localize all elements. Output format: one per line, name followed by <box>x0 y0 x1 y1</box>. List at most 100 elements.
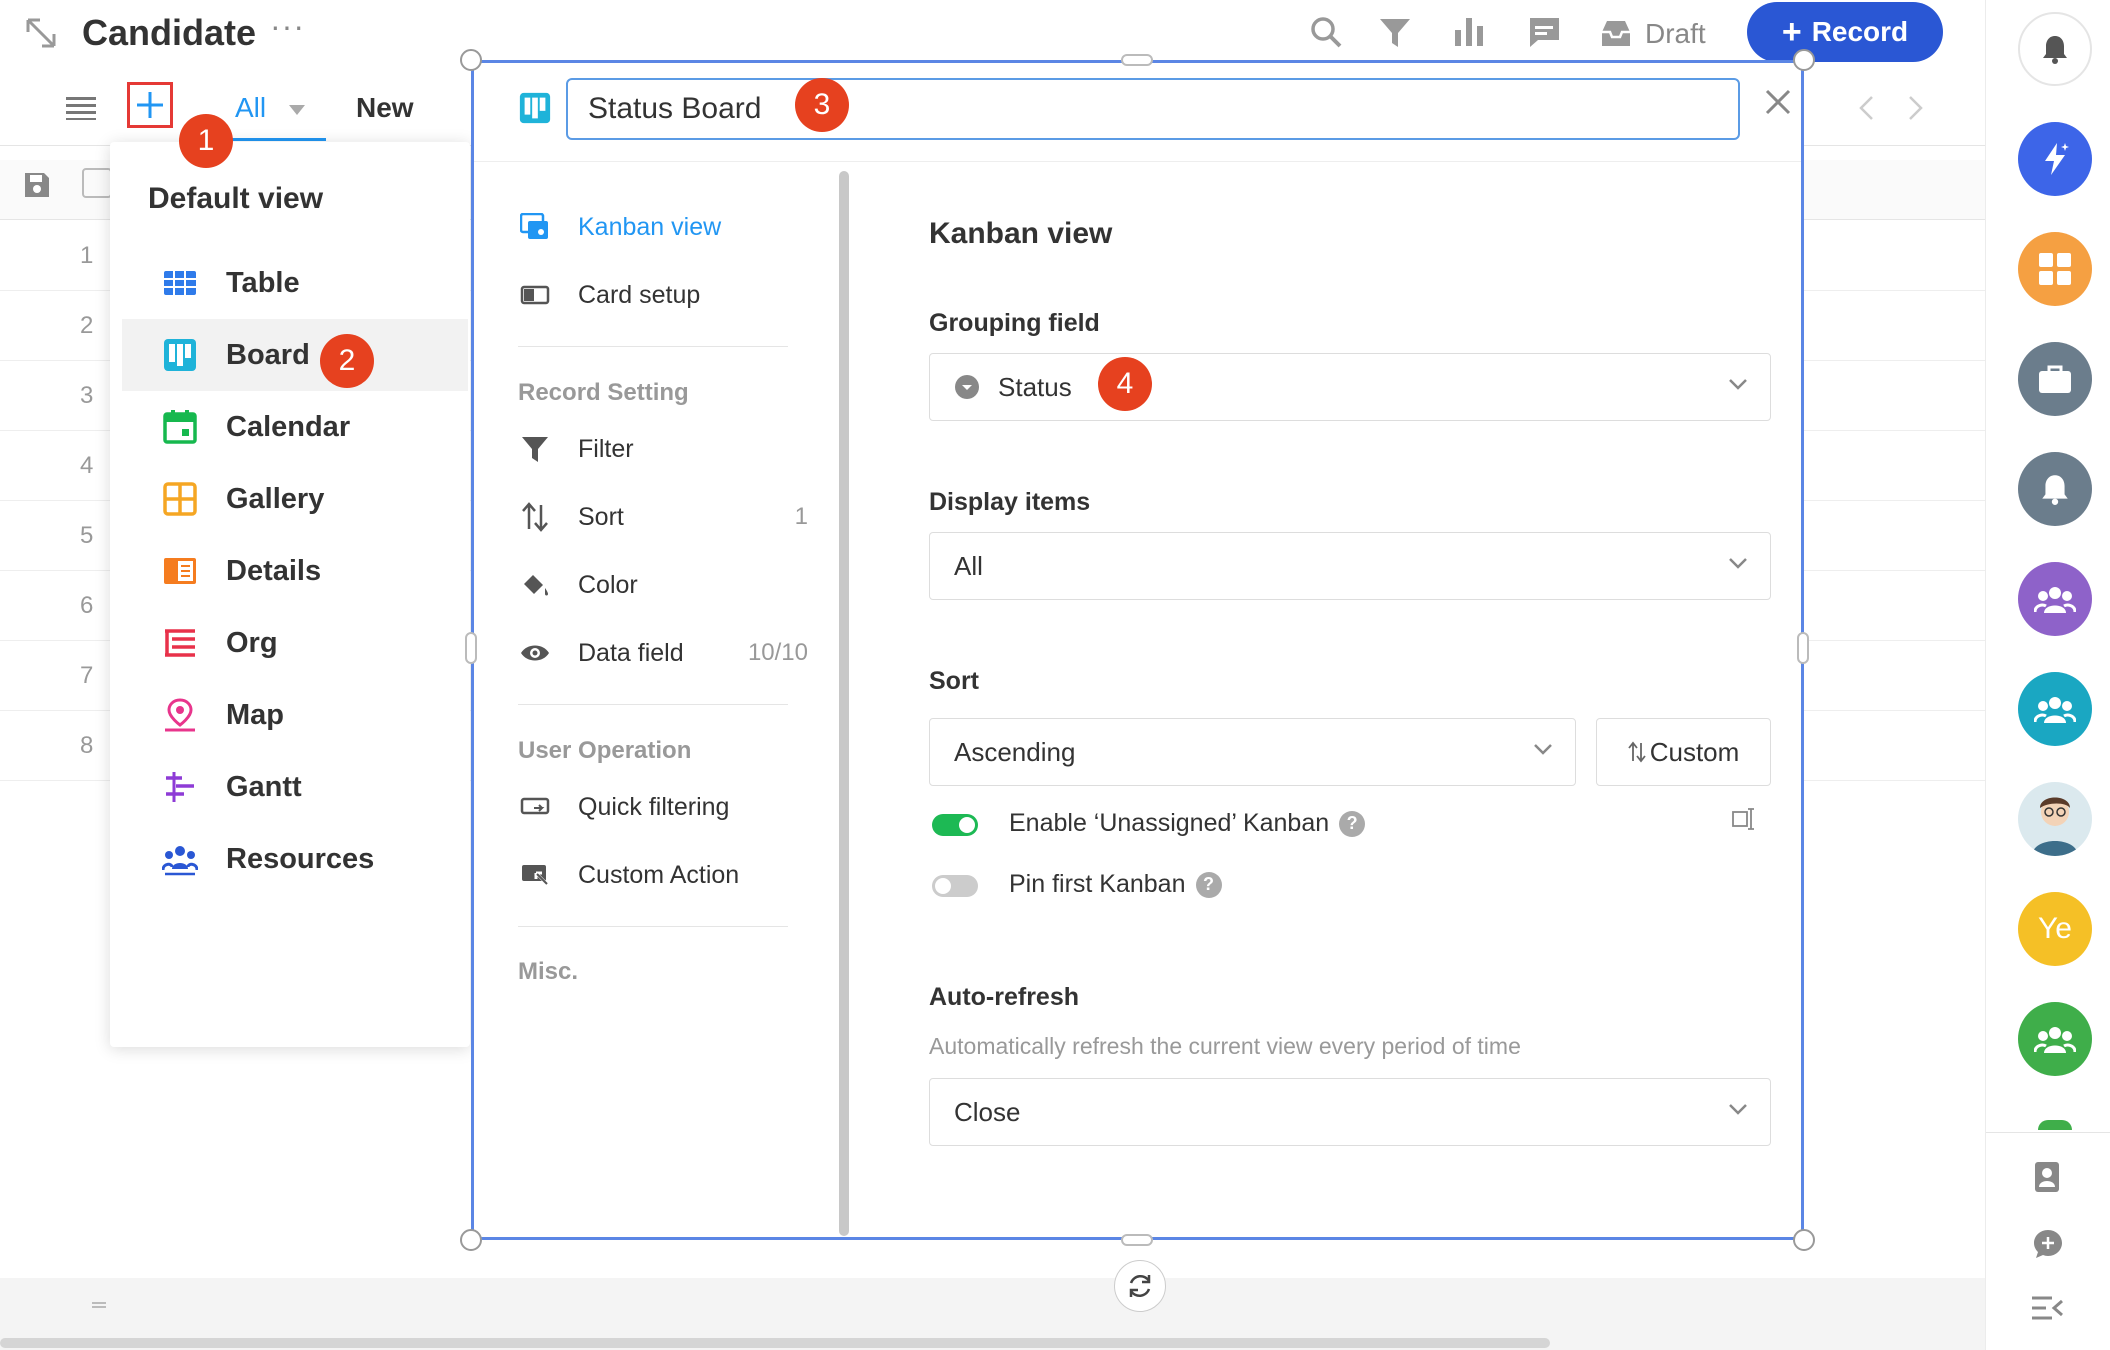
resources-icon <box>162 841 198 877</box>
help-icon[interactable]: ? <box>1339 810 1366 837</box>
grouping-field-select[interactable]: Status <box>929 353 1771 421</box>
briefcase-button[interactable] <box>2018 342 2092 416</box>
menu-item-details[interactable]: Details <box>122 535 468 607</box>
chevron-down-icon <box>1728 557 1748 569</box>
group-icon <box>2034 693 2076 725</box>
nav-custom-action[interactable]: Custom Action <box>518 850 808 900</box>
nav-filter[interactable]: Filter <box>518 424 808 474</box>
sort-order-select[interactable]: Ascending <box>929 718 1576 786</box>
menu-item-calendar[interactable]: Calendar <box>122 391 468 463</box>
view-menu-heading: Default view <box>148 182 324 215</box>
nav-quick-filtering[interactable]: Quick filtering <box>518 782 808 832</box>
add-chat-icon[interactable] <box>2032 1228 2064 1260</box>
nav-item-label: Data field <box>578 638 684 667</box>
menu-item-label: Calendar <box>226 410 351 443</box>
resize-handle[interactable] <box>460 1229 482 1251</box>
menu-item-board[interactable]: Board <box>122 319 468 391</box>
chevron-down-icon[interactable] <box>288 104 306 116</box>
grid-icon <box>2037 251 2073 287</box>
menu-item-map[interactable]: Map <box>122 679 468 751</box>
tab-new[interactable]: New <box>356 92 414 124</box>
add-record-label: Record <box>1811 16 1909 47</box>
row-number: 6 <box>80 592 94 619</box>
sort-order-value: Ascending <box>954 736 1076 767</box>
resize-handle[interactable] <box>460 49 482 71</box>
tab-all[interactable]: All <box>235 92 266 124</box>
display-items-value: All <box>954 550 983 581</box>
more-options-icon[interactable]: ··· <box>270 8 305 45</box>
menu-item-gallery[interactable]: Gallery <box>122 463 468 535</box>
nav-card-setup[interactable]: Card setup <box>518 270 808 320</box>
chevron-left-icon[interactable] <box>1858 95 1874 121</box>
nav-sort[interactable]: Sort 1 <box>518 492 808 542</box>
resize-handle[interactable] <box>1793 49 1815 71</box>
auto-refresh-select[interactable]: Close <box>929 1078 1771 1146</box>
menu-item-table[interactable]: Table <box>122 247 468 319</box>
divider <box>518 926 788 927</box>
nav-data-field[interactable]: Data field 10/10 <box>518 628 808 678</box>
custom-sort-button[interactable]: Custom <box>1596 718 1771 786</box>
nav-item-label: Color <box>578 570 638 599</box>
contacts-icon[interactable] <box>2032 1160 2062 1194</box>
eye-icon <box>518 642 552 664</box>
drag-handle-icon[interactable] <box>92 1302 106 1308</box>
horizontal-scrollbar[interactable] <box>0 1338 1550 1348</box>
unassigned-kanban-toggle[interactable] <box>932 814 978 836</box>
refresh-button[interactable] <box>1114 1260 1166 1312</box>
details-icon <box>162 553 198 589</box>
help-icon[interactable]: ? <box>1195 871 1222 898</box>
pin-first-kanban-toggle[interactable] <box>932 875 978 897</box>
nav-item-label: Kanban view <box>578 212 722 241</box>
select-all-checkbox[interactable] <box>82 168 112 198</box>
collapse-sidebar-icon[interactable] <box>2030 1295 2064 1321</box>
alerts-button[interactable] <box>2018 452 2092 526</box>
team-chat-button[interactable] <box>2018 672 2092 746</box>
save-icon[interactable] <box>22 170 52 200</box>
ai-assistant-button[interactable] <box>2018 122 2092 196</box>
user-avatar-initials[interactable]: Ye <box>2018 892 2092 966</box>
settings-nav: Kanban view Card setup Record Setting Fi… <box>474 162 844 1237</box>
toggle-knob <box>959 817 975 833</box>
menu-item-label: Map <box>226 698 284 731</box>
draft-label[interactable]: Draft <box>1645 18 1706 50</box>
nav-kanban-view[interactable]: Kanban view <box>518 202 808 252</box>
filter-icon[interactable] <box>1378 16 1412 50</box>
notification-bell-button[interactable] <box>2018 12 2092 86</box>
menu-item-resources[interactable]: Resources <box>122 823 468 895</box>
bar-chart-icon[interactable] <box>1452 14 1486 48</box>
row-number: 3 <box>80 382 94 409</box>
resize-handle[interactable] <box>465 632 477 664</box>
display-items-select[interactable]: All <box>929 532 1771 600</box>
inbox-icon[interactable] <box>1600 18 1632 48</box>
resize-handle[interactable] <box>1121 54 1153 66</box>
resize-handle[interactable] <box>1121 1234 1153 1246</box>
add-record-button[interactable]: + Record <box>1747 2 1943 62</box>
collapse-arrows-icon[interactable] <box>22 14 60 52</box>
group-chat-button[interactable] <box>2018 562 2092 636</box>
search-icon[interactable] <box>1308 14 1344 50</box>
apps-button[interactable] <box>2018 232 2092 306</box>
view-name-input[interactable] <box>566 78 1740 140</box>
menu-item-label: Gantt <box>226 770 302 803</box>
nav-item-label: Quick filtering <box>578 792 730 821</box>
list-menu-icon[interactable] <box>66 96 98 120</box>
nav-color[interactable]: Color <box>518 560 808 610</box>
menu-item-org[interactable]: Org <box>122 607 468 679</box>
close-icon[interactable] <box>1764 88 1792 116</box>
group-chat-button[interactable] <box>2018 1002 2092 1076</box>
nav-scrollbar[interactable] <box>839 171 849 1236</box>
menu-item-gantt[interactable]: Gantt <box>122 751 468 823</box>
comment-icon[interactable] <box>1526 14 1562 50</box>
add-view-button[interactable] <box>127 82 173 128</box>
section-user-operation: User Operation <box>518 737 692 764</box>
chevron-right-icon[interactable] <box>1908 95 1924 121</box>
resize-handle[interactable] <box>1793 1229 1815 1251</box>
plus-icon: + <box>1781 13 1802 51</box>
user-avatar[interactable] <box>2018 782 2092 856</box>
resize-handle[interactable] <box>1797 632 1809 664</box>
nav-item-label: Filter <box>578 434 634 463</box>
page-title: Candidate <box>82 12 257 53</box>
resize-column-icon[interactable] <box>1731 806 1757 832</box>
chevron-down-icon <box>1728 378 1748 390</box>
menu-item-label: Resources <box>226 842 375 875</box>
